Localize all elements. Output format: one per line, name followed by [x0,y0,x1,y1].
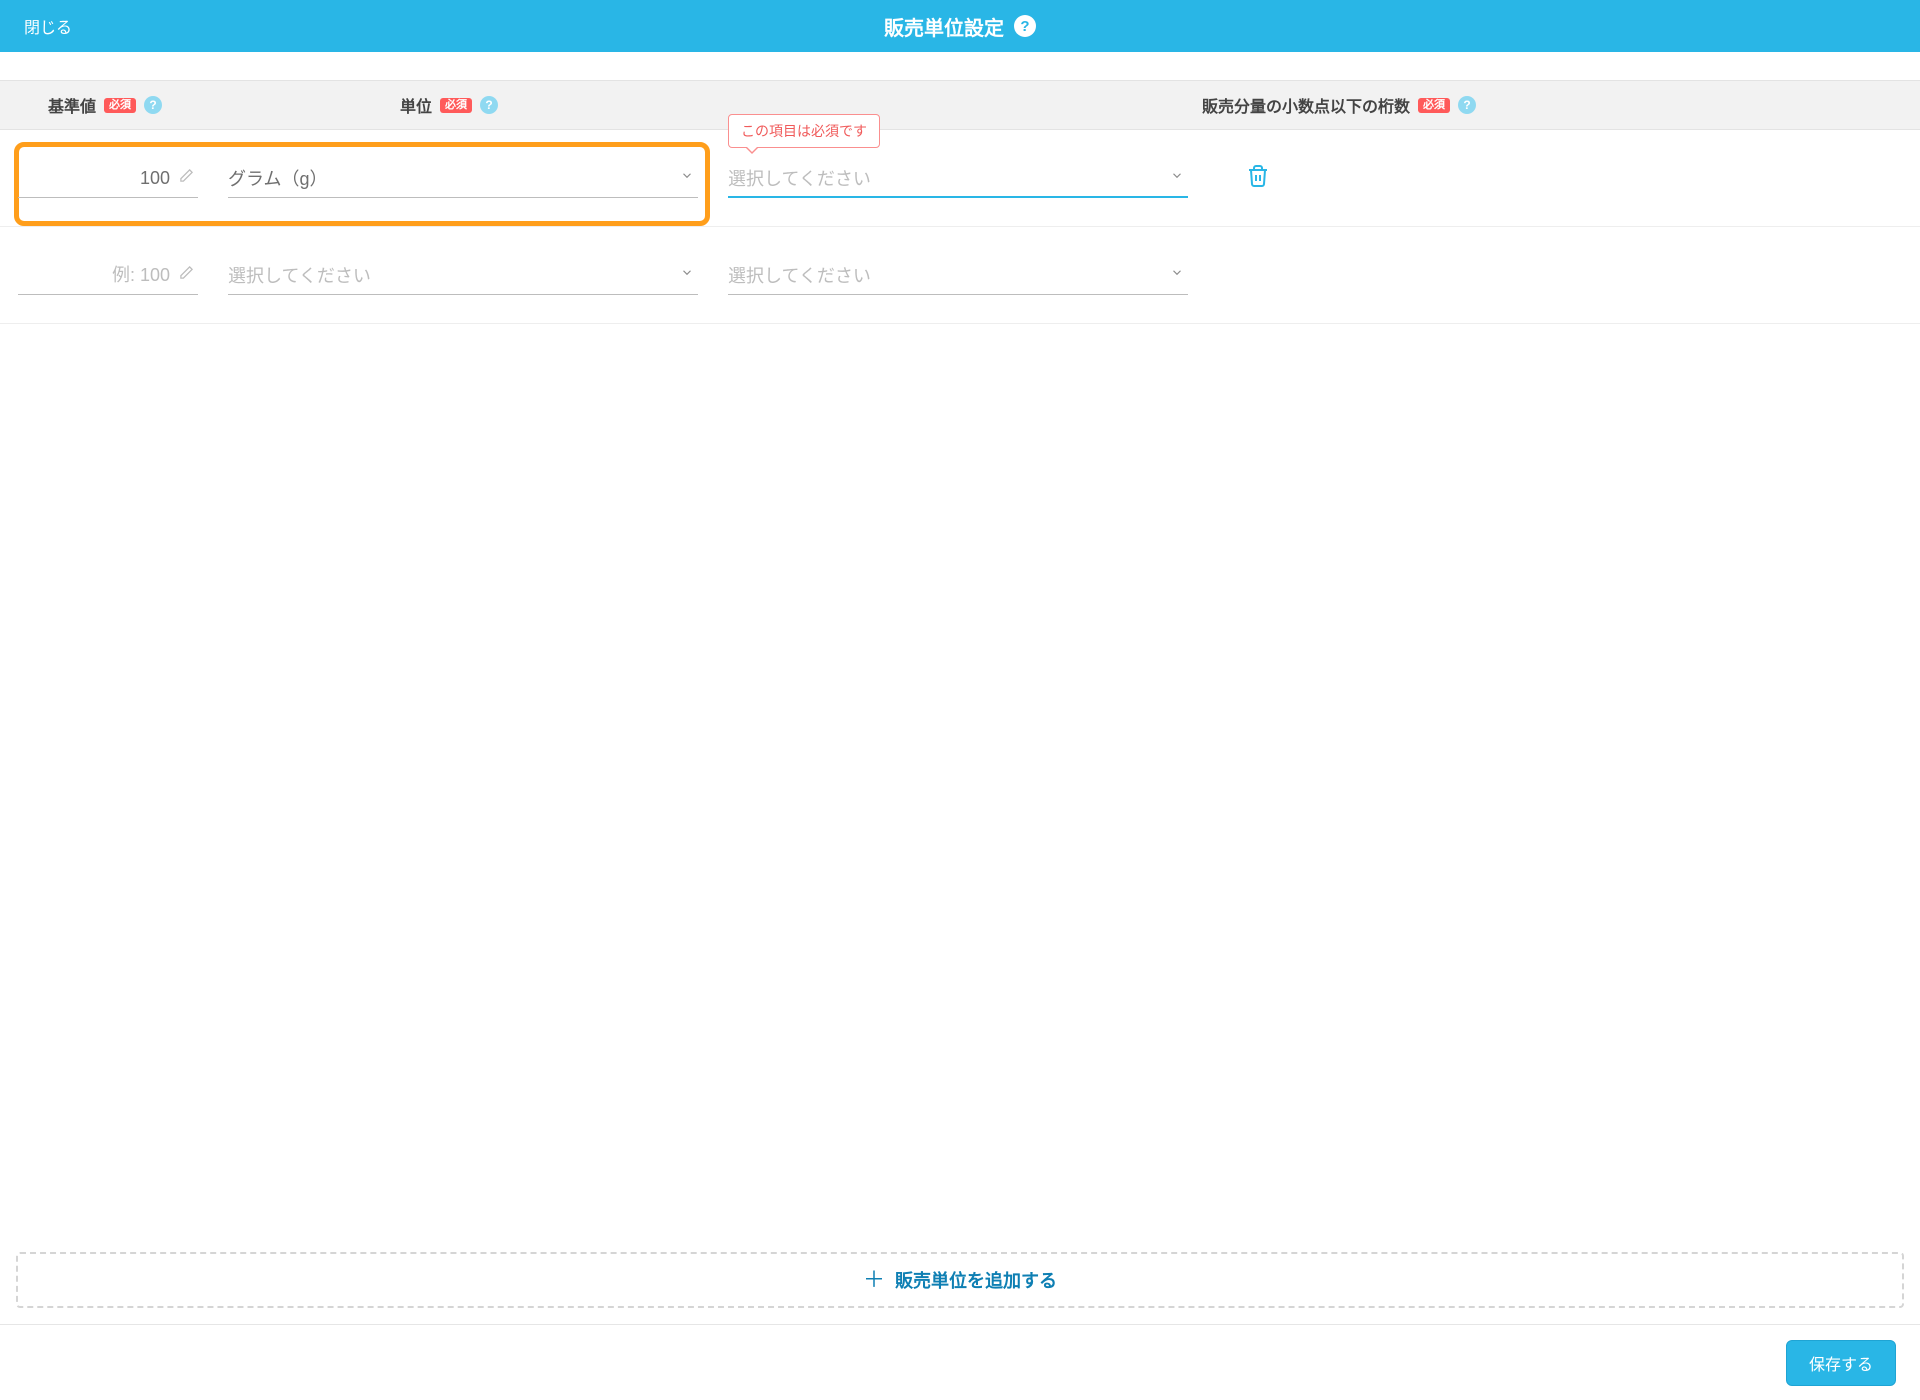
digits-select-placeholder: 選択してください [728,262,1188,288]
column-unit-label: 単位 [400,93,432,117]
help-icon[interactable]: ? [480,96,498,114]
chevron-down-icon [1170,169,1184,188]
base-value-field[interactable] [18,255,198,295]
rows-container: グラム（g） この項目は必須です 選択してください [0,130,1920,1236]
help-icon[interactable]: ? [144,96,162,114]
help-icon[interactable]: ? [1014,15,1036,37]
page-title-text: 販売単位設定 [884,12,1004,41]
error-tooltip: この項目は必須です [728,114,880,148]
unit-select-placeholder: 選択してください [228,262,698,288]
add-row-label: 販売単位を追加する [895,1267,1057,1293]
column-digits-label: 販売分量の小数点以下の桁数 [1202,93,1410,117]
chevron-down-icon [680,266,694,285]
base-value-input[interactable] [18,265,198,286]
required-badge: 必須 [104,98,136,113]
unit-select-value: グラム（g） [228,165,698,191]
unit-select[interactable]: 選択してください [228,255,698,295]
page-title: 販売単位設定 ? [884,12,1036,41]
base-value-input[interactable] [18,168,198,189]
column-header-unit: 単位 必須 ? [238,93,716,117]
header: 閉じる 販売単位設定 ? [0,0,1920,52]
save-button[interactable]: 保存する [1786,1340,1896,1386]
digits-select-placeholder: 選択してください [728,165,1188,191]
required-badge: 必須 [1418,98,1450,113]
add-unit-row-button[interactable]: ＋ 販売単位を追加する [16,1252,1904,1308]
column-base-label: 基準値 [48,93,96,117]
base-value-field[interactable] [18,158,198,198]
close-button[interactable]: 閉じる [24,14,72,38]
pencil-icon [179,265,194,285]
delete-row-button[interactable] [1246,164,1270,193]
digits-select[interactable]: この項目は必須です 選択してください [728,158,1188,198]
unit-row: グラム（g） この項目は必須です 選択してください [0,130,1920,227]
chevron-down-icon [680,169,694,188]
plus-icon: ＋ [863,1269,885,1291]
pencil-icon [179,168,194,188]
column-header-digits: 販売分量の小数点以下の桁数 必須 ? [716,93,1902,117]
chevron-down-icon [1170,266,1184,285]
unit-select[interactable]: グラム（g） [228,158,698,198]
required-badge: 必須 [440,98,472,113]
column-header-base: 基準値 必須 ? [48,93,238,117]
help-icon[interactable]: ? [1458,96,1476,114]
digits-select[interactable]: 選択してください [728,255,1188,295]
add-row-container: ＋ 販売単位を追加する [0,1236,1920,1324]
column-header-row: 基準値 必須 ? 単位 必須 ? 販売分量の小数点以下の桁数 必須 ? [0,80,1920,130]
footer: 保存する [0,1324,1920,1400]
unit-row: 選択してください 選択してください [0,227,1920,324]
